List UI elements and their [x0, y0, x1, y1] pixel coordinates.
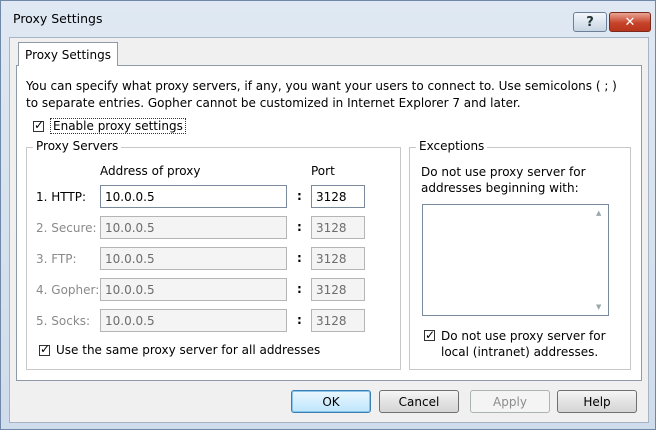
- same-proxy-checkbox[interactable]: [39, 342, 50, 356]
- secure-port-input: [311, 216, 365, 239]
- port-header: Port: [311, 164, 335, 178]
- dialog-client: Proxy Settings You can specify what prox…: [9, 37, 649, 423]
- exceptions-scrollbar[interactable]: ▲ ▼: [592, 205, 608, 315]
- secure-label: 2. Secure:: [36, 221, 97, 235]
- proxy-servers-title: Proxy Servers: [33, 139, 122, 153]
- exceptions-textarea[interactable]: ▲ ▼: [422, 204, 609, 316]
- ok-label: OK: [322, 394, 340, 409]
- enable-proxy-label: Enable proxy settings: [50, 118, 186, 134]
- ok-button[interactable]: OK: [291, 390, 371, 413]
- scroll-up-icon[interactable]: ▲: [596, 209, 601, 217]
- socks-colon: :: [297, 313, 302, 327]
- close-button[interactable]: ✕: [609, 12, 651, 32]
- apply-label: Apply: [493, 394, 527, 409]
- secure-colon: :: [297, 220, 302, 234]
- tab-page: You can specify what proxy servers, if a…: [16, 65, 642, 381]
- scroll-down-icon[interactable]: ▼: [596, 303, 601, 311]
- local-addresses-label: Do not use proxy server for local (intra…: [441, 329, 606, 359]
- ftp-address-input: [100, 247, 287, 270]
- local-addresses-checkbox[interactable]: [424, 327, 435, 343]
- window-title: Proxy Settings: [13, 11, 103, 26]
- description-text: You can specify what proxy servers, if a…: [26, 79, 617, 110]
- proxy-settings-dialog: Proxy Settings ? ✕ Proxy Settings You ca…: [0, 0, 656, 430]
- gopher-port-input: [311, 278, 365, 301]
- help-title-button[interactable]: ?: [573, 12, 607, 32]
- exceptions-title: Exceptions: [416, 139, 488, 153]
- http-address-input[interactable]: [100, 185, 287, 208]
- http-port-input[interactable]: [311, 185, 365, 208]
- proxy-servers-group: Proxy Servers Address of proxy Port 1. H…: [26, 139, 401, 370]
- exceptions-description: Do not use proxy server for addresses be…: [421, 165, 586, 195]
- socks-port-input: [311, 309, 365, 332]
- help-button[interactable]: Help: [557, 390, 637, 413]
- question-icon: ?: [586, 14, 594, 30]
- enable-proxy-checkbox[interactable]: [33, 118, 44, 132]
- ftp-port-input: [311, 247, 365, 270]
- cancel-label: Cancel: [398, 394, 440, 409]
- ftp-colon: :: [297, 251, 302, 265]
- http-label: 1. HTTP:: [36, 190, 87, 204]
- cancel-button[interactable]: Cancel: [379, 390, 459, 413]
- gopher-colon: :: [297, 282, 302, 296]
- socks-label: 5. Socks:: [36, 314, 91, 328]
- tab-proxy-settings[interactable]: Proxy Settings: [18, 42, 118, 66]
- socks-address-input: [100, 309, 287, 332]
- secure-address-input: [100, 216, 287, 239]
- http-colon: :: [297, 189, 302, 203]
- exceptions-group: Exceptions Do not use proxy server for a…: [409, 139, 631, 370]
- same-proxy-row[interactable]: Use the same proxy server for all addres…: [39, 342, 321, 357]
- enable-proxy-row[interactable]: Enable proxy settings: [33, 118, 186, 134]
- local-addresses-row[interactable]: Do not use proxy server for local (intra…: [424, 327, 611, 360]
- gopher-address-input: [100, 278, 287, 301]
- tab-label: Proxy Settings: [25, 47, 111, 62]
- ftp-label: 3. FTP:: [36, 252, 77, 266]
- address-header: Address of proxy: [100, 164, 201, 178]
- same-proxy-label: Use the same proxy server for all addres…: [56, 343, 321, 357]
- close-icon: ✕: [624, 14, 636, 30]
- apply-button[interactable]: Apply: [470, 390, 550, 413]
- title-bar[interactable]: Proxy Settings ? ✕: [1, 1, 655, 37]
- gopher-label: 4. Gopher:: [36, 283, 100, 297]
- help-label: Help: [583, 394, 611, 409]
